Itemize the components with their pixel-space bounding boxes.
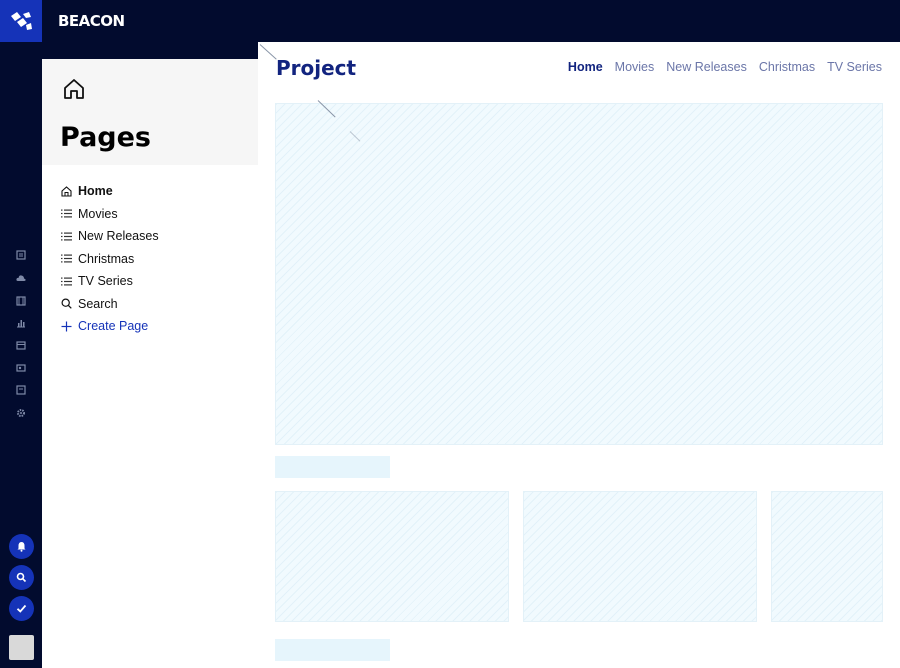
- page-item-label: TV Series: [78, 274, 133, 289]
- plus-icon: [60, 320, 72, 332]
- page-item-home[interactable]: Home: [60, 180, 159, 203]
- check-icon: [16, 604, 27, 613]
- page-item-search[interactable]: Search: [60, 293, 159, 316]
- page-item-label: Create Page: [78, 319, 149, 334]
- brand-name: BEACON: [58, 12, 125, 30]
- page-item-tv-series[interactable]: TV Series: [60, 270, 159, 293]
- nav-link-movies[interactable]: Movies: [615, 60, 655, 74]
- create-page-button[interactable]: Create Page: [60, 315, 159, 338]
- beacon-logo[interactable]: [0, 0, 42, 42]
- nav-link-christmas[interactable]: Christmas: [759, 60, 815, 74]
- film-icon[interactable]: [14, 294, 28, 308]
- page-item-christmas[interactable]: Christmas: [60, 248, 159, 271]
- gear-icon[interactable]: [14, 406, 28, 420]
- bell-icon: [17, 542, 26, 552]
- list-icon: [60, 230, 72, 242]
- hero-placeholder: [275, 103, 883, 445]
- pages-panel: Pages Home Movies New Releases Christmas…: [42, 59, 258, 668]
- row-title-placeholder: [275, 639, 390, 661]
- page-item-new-releases[interactable]: New Releases: [60, 225, 159, 248]
- home-icon: [60, 185, 72, 197]
- media-icon[interactable]: [14, 361, 28, 375]
- notes-icon[interactable]: [14, 383, 28, 397]
- page-item-label: Home: [78, 184, 113, 199]
- card-placeholder: [771, 491, 883, 622]
- card-placeholder: [275, 491, 509, 622]
- tasks-button[interactable]: [9, 596, 34, 621]
- home-icon: [62, 77, 86, 101]
- left-rail: [0, 42, 42, 668]
- page-item-label: New Releases: [78, 229, 159, 244]
- calendar-icon[interactable]: [14, 338, 28, 352]
- page-item-movies[interactable]: Movies: [60, 203, 159, 226]
- project-title: Project: [276, 56, 357, 80]
- page-item-label: Christmas: [78, 251, 135, 266]
- search-button[interactable]: [9, 565, 34, 590]
- cloud-icon[interactable]: [14, 271, 28, 285]
- card-placeholder: [523, 491, 757, 622]
- page-list: Home Movies New Releases Christmas TV Se…: [60, 180, 159, 338]
- page-item-label: Search: [78, 296, 118, 311]
- top-bar: BEACON: [0, 0, 900, 42]
- notifications-button[interactable]: [9, 534, 34, 559]
- row-title-placeholder: [275, 456, 390, 478]
- nav-link-home[interactable]: Home: [568, 60, 603, 74]
- chart-icon[interactable]: [14, 316, 28, 330]
- search-icon: [60, 298, 72, 310]
- avatar[interactable]: [9, 635, 34, 660]
- logo-mark-icon: [11, 12, 32, 30]
- preview-nav: Home Movies New Releases Christmas TV Se…: [568, 60, 882, 74]
- list-icon: [60, 275, 72, 287]
- pages-title: Pages: [60, 122, 151, 153]
- list-icon: [60, 208, 72, 220]
- page-item-label: Movies: [78, 206, 118, 221]
- nav-link-new-releases[interactable]: New Releases: [666, 60, 747, 74]
- list-icon: [60, 253, 72, 265]
- pages-header: Pages: [42, 59, 258, 165]
- nav-link-tv-series[interactable]: TV Series: [827, 60, 882, 74]
- search-icon: [16, 572, 27, 583]
- posts-icon[interactable]: [14, 248, 28, 262]
